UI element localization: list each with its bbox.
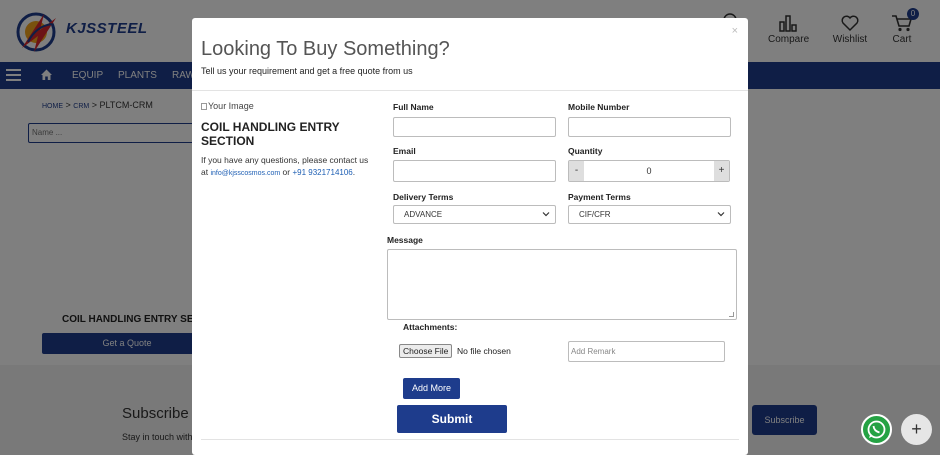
quote-modal: × Looking To Buy Something? Tell us your… bbox=[192, 18, 748, 455]
delivery-terms-value: ADVANCE bbox=[404, 210, 443, 219]
quantity-increment-button[interactable]: + bbox=[714, 161, 729, 181]
contact-phone-link[interactable]: +91 9321714106 bbox=[292, 168, 352, 177]
quantity-decrement-button[interactable]: - bbox=[569, 161, 584, 181]
add-more-button[interactable]: Add More bbox=[403, 378, 460, 399]
email-field[interactable] bbox=[393, 160, 556, 182]
quantity-stepper: - 0 + bbox=[568, 160, 730, 182]
full-name-field[interactable] bbox=[393, 117, 556, 137]
message-label: Message bbox=[387, 235, 423, 245]
payment-terms-value: CIF/CFR bbox=[579, 210, 611, 219]
choose-file-button[interactable]: Choose File bbox=[399, 344, 453, 358]
product-image: Your Image bbox=[201, 101, 254, 111]
submit-button[interactable]: Submit bbox=[397, 405, 507, 433]
message-textarea[interactable] bbox=[387, 249, 737, 320]
product-description: If you have any questions, please contac… bbox=[201, 154, 371, 180]
attachments-label: Attachments: bbox=[403, 322, 458, 332]
contact-email-link[interactable]: info@kjsscosmos.com bbox=[210, 170, 280, 177]
modal-subtitle: Tell us your requirement and get a free … bbox=[201, 66, 413, 76]
remark-input[interactable]: Add Remark bbox=[568, 341, 725, 362]
delivery-terms-label: Delivery Terms bbox=[393, 192, 454, 202]
whatsapp-icon[interactable] bbox=[861, 414, 892, 445]
image-alt-text: Your Image bbox=[208, 101, 254, 111]
full-name-label: Full Name bbox=[393, 102, 434, 112]
description-text: or bbox=[280, 167, 293, 177]
quantity-label: Quantity bbox=[568, 146, 603, 156]
mobile-label: Mobile Number bbox=[568, 102, 630, 112]
mobile-field[interactable] bbox=[568, 117, 731, 137]
product-name: COIL HANDLING ENTRY SECTION bbox=[201, 120, 340, 148]
divider bbox=[192, 90, 748, 91]
chevron-down-icon bbox=[542, 212, 550, 217]
payment-terms-label: Payment Terms bbox=[568, 192, 631, 202]
broken-image-icon bbox=[201, 103, 207, 110]
chevron-down-icon bbox=[717, 212, 725, 217]
payment-terms-select[interactable]: CIF/CFR bbox=[568, 205, 731, 224]
close-icon[interactable]: × bbox=[732, 25, 738, 37]
modal-title: Looking To Buy Something? bbox=[201, 38, 450, 60]
no-file-text: No file chosen bbox=[457, 346, 511, 356]
quantity-input[interactable]: 0 bbox=[584, 161, 714, 181]
description-text: . bbox=[352, 167, 356, 177]
delivery-terms-select[interactable]: ADVANCE bbox=[393, 205, 556, 224]
plus-icon[interactable]: + bbox=[901, 414, 932, 445]
resize-handle[interactable] bbox=[729, 312, 734, 317]
email-label: Email bbox=[393, 146, 416, 156]
divider bbox=[201, 439, 739, 440]
